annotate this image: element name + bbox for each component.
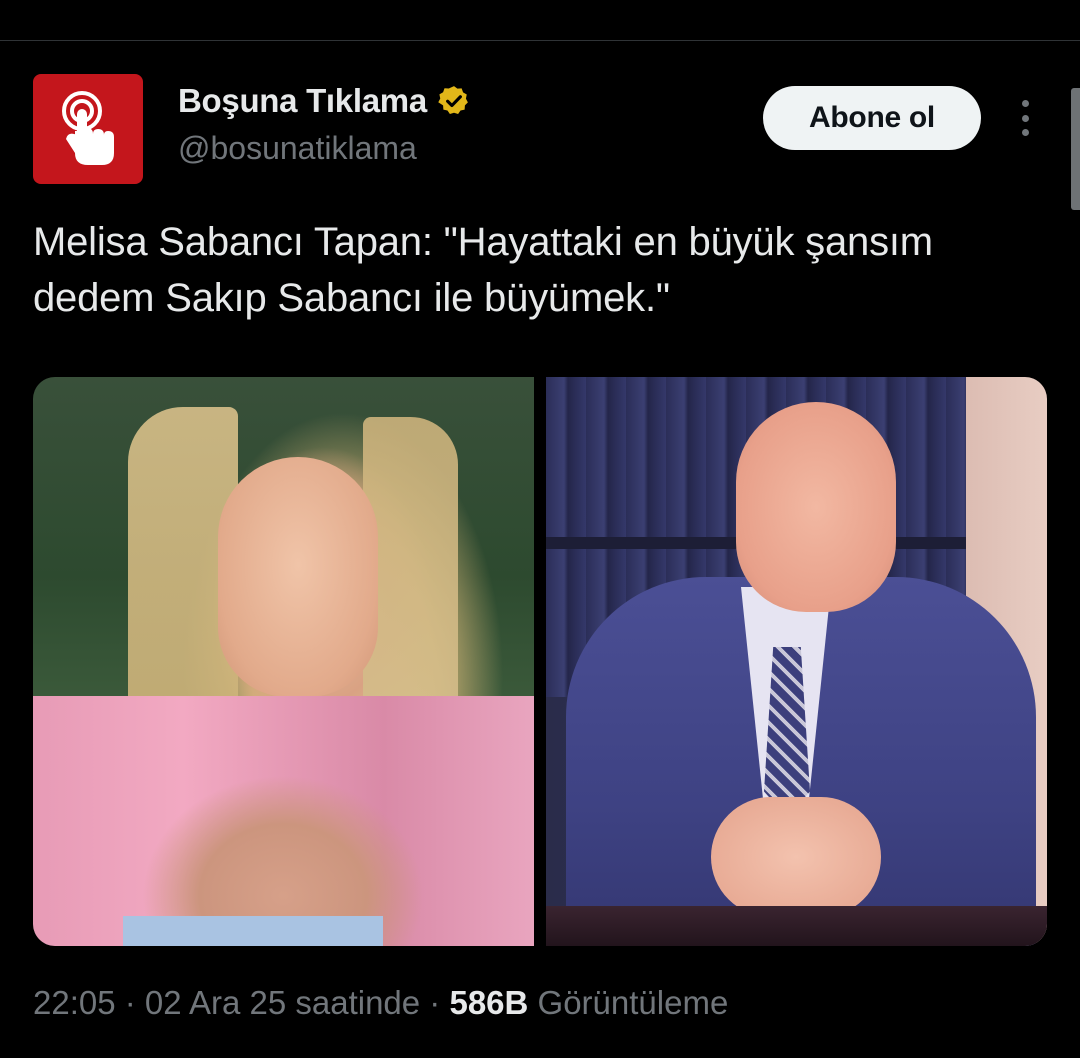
more-vertical-icon[interactable] <box>1008 96 1042 140</box>
tweet-time[interactable]: 22:05 <box>33 984 116 1022</box>
top-divider <box>0 40 1080 41</box>
verified-badge-icon <box>438 86 468 115</box>
photo-man-portrait[interactable] <box>546 377 1047 946</box>
tweet-text: Melisa Sabancı Tapan: "Hayattaki en büyü… <box>33 220 933 320</box>
meta-separator: · <box>420 984 450 1021</box>
tweet-meta: 22:05 · 02 Ara 25 saatinde · 586B Görünt… <box>33 984 728 1022</box>
views-count[interactable]: 586B <box>449 984 528 1022</box>
account-handle[interactable]: @bosunatiklama <box>178 130 417 167</box>
account-name-row: Boşuna Tıklama <box>178 82 471 120</box>
meta-separator: · <box>115 984 145 1021</box>
display-name[interactable]: Boşuna Tıklama <box>178 82 427 120</box>
scrollbar[interactable] <box>1071 88 1080 210</box>
subscribe-button[interactable]: Abone ol <box>763 86 981 150</box>
photo-woman-selfie[interactable] <box>33 377 534 946</box>
media-grid <box>33 377 1047 946</box>
tweet-date[interactable]: 02 Ara 25 saatinde <box>145 984 420 1022</box>
avatar[interactable] <box>33 74 143 184</box>
views-label: Görüntüleme <box>537 984 729 1021</box>
tap-hand-icon <box>62 91 114 165</box>
views-spacer <box>528 984 537 1022</box>
